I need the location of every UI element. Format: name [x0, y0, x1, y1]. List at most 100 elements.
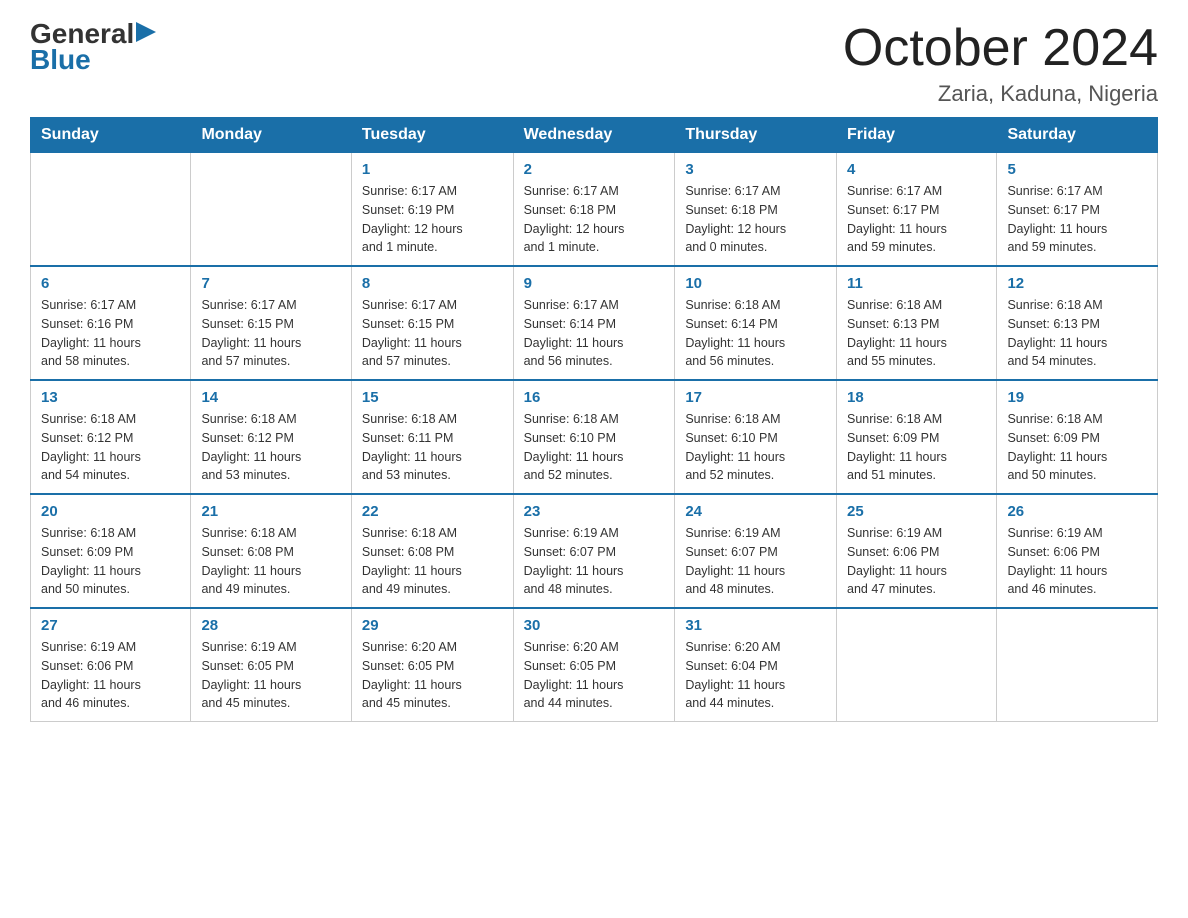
calendar-cell: 15 Sunrise: 6:18 AM Sunset: 6:11 PM Dayli… — [351, 380, 513, 494]
header-row: Sunday Monday Tuesday Wednesday Thursday… — [31, 118, 1158, 153]
day-info: Sunrise: 6:20 AM Sunset: 6:05 PM Dayligh… — [524, 640, 624, 710]
day-info: Sunrise: 6:18 AM Sunset: 6:14 PM Dayligh… — [685, 298, 785, 368]
day-number: 7 — [201, 275, 340, 292]
calendar-cell: 16 Sunrise: 6:18 AM Sunset: 6:10 PM Dayli… — [513, 380, 675, 494]
calendar-cell: 27Sunrise: 6:19 AM Sunset: 6:06 PM Dayli… — [31, 608, 191, 722]
calendar-cell: 20 Sunrise: 6:18 AM Sunset: 6:09 PM Dayli… — [31, 494, 191, 608]
calendar-cell: 28 Sunrise: 6:19 AM Sunset: 6:05 PM Dayli… — [191, 608, 351, 722]
col-saturday: Saturday — [997, 118, 1158, 153]
day-info: Sunrise: 6:18 AM Sunset: 6:10 PM Dayligh… — [524, 412, 624, 482]
day-number: 22 — [362, 503, 503, 520]
calendar-cell: 5 Sunrise: 6:17 AM Sunset: 6:17 PM Daylig… — [997, 153, 1158, 267]
day-info: Sunrise: 6:18 AM Sunset: 6:10 PM Dayligh… — [685, 412, 785, 482]
day-number: 2 — [524, 161, 665, 178]
day-info: Sunrise: 6:18 AM Sunset: 6:13 PM Dayligh… — [1007, 298, 1107, 368]
calendar-cell: 24Sunrise: 6:19 AM Sunset: 6:07 PM Dayli… — [675, 494, 837, 608]
day-info: Sunrise: 6:19 AM Sunset: 6:06 PM Dayligh… — [1007, 526, 1107, 596]
day-info: Sunrise: 6:17 AM Sunset: 6:16 PM Dayligh… — [41, 298, 141, 368]
day-info: Sunrise: 6:18 AM Sunset: 6:09 PM Dayligh… — [1007, 412, 1107, 482]
day-number: 5 — [1007, 161, 1147, 178]
calendar-cell: 12Sunrise: 6:18 AM Sunset: 6:13 PM Dayli… — [997, 266, 1158, 380]
calendar-cell: 2 Sunrise: 6:17 AM Sunset: 6:18 PM Daylig… — [513, 153, 675, 267]
day-number: 14 — [201, 389, 340, 406]
day-info: Sunrise: 6:17 AM Sunset: 6:19 PM Dayligh… — [362, 184, 463, 254]
day-number: 18 — [847, 389, 986, 406]
calendar-cell — [191, 153, 351, 267]
calendar-cell — [31, 153, 191, 267]
calendar-cell — [997, 608, 1158, 722]
day-number: 26 — [1007, 503, 1147, 520]
calendar-cell: 11 Sunrise: 6:18 AM Sunset: 6:13 PM Dayli… — [837, 266, 997, 380]
day-number: 9 — [524, 275, 665, 292]
day-number: 23 — [524, 503, 665, 520]
calendar-cell: 31Sunrise: 6:20 AM Sunset: 6:04 PM Dayli… — [675, 608, 837, 722]
page-header: General Blue October 2024 Zaria, Kaduna,… — [30, 20, 1158, 107]
day-info: Sunrise: 6:17 AM Sunset: 6:17 PM Dayligh… — [1007, 184, 1107, 254]
calendar-cell: 21 Sunrise: 6:18 AM Sunset: 6:08 PM Dayli… — [191, 494, 351, 608]
logo-triangle-icon — [136, 22, 156, 42]
col-friday: Friday — [837, 118, 997, 153]
day-info: Sunrise: 6:18 AM Sunset: 6:12 PM Dayligh… — [201, 412, 301, 482]
day-info: Sunrise: 6:19 AM Sunset: 6:05 PM Dayligh… — [201, 640, 301, 710]
day-number: 30 — [524, 617, 665, 634]
calendar-cell: 4Sunrise: 6:17 AM Sunset: 6:17 PM Daylig… — [837, 153, 997, 267]
day-info: Sunrise: 6:20 AM Sunset: 6:05 PM Dayligh… — [362, 640, 462, 710]
day-info: Sunrise: 6:18 AM Sunset: 6:13 PM Dayligh… — [847, 298, 947, 368]
calendar-cell: 25Sunrise: 6:19 AM Sunset: 6:06 PM Dayli… — [837, 494, 997, 608]
calendar-cell: 8Sunrise: 6:17 AM Sunset: 6:15 PM Daylig… — [351, 266, 513, 380]
day-info: Sunrise: 6:19 AM Sunset: 6:06 PM Dayligh… — [847, 526, 947, 596]
day-number: 24 — [685, 503, 826, 520]
month-title: October 2024 — [843, 20, 1158, 77]
col-sunday: Sunday — [31, 118, 191, 153]
day-info: Sunrise: 6:19 AM Sunset: 6:06 PM Dayligh… — [41, 640, 141, 710]
calendar-cell: 26 Sunrise: 6:19 AM Sunset: 6:06 PM Dayli… — [997, 494, 1158, 608]
logo-blue-text: Blue — [30, 44, 91, 76]
calendar-cell: 19Sunrise: 6:18 AM Sunset: 6:09 PM Dayli… — [997, 380, 1158, 494]
day-number: 20 — [41, 503, 180, 520]
logo: General Blue — [30, 20, 156, 76]
day-number: 13 — [41, 389, 180, 406]
calendar-cell: 9 Sunrise: 6:17 AM Sunset: 6:14 PM Daylig… — [513, 266, 675, 380]
calendar-cell: 17 Sunrise: 6:18 AM Sunset: 6:10 PM Dayli… — [675, 380, 837, 494]
day-number: 21 — [201, 503, 340, 520]
day-number: 3 — [685, 161, 826, 178]
calendar-table: Sunday Monday Tuesday Wednesday Thursday… — [30, 117, 1158, 722]
day-info: Sunrise: 6:17 AM Sunset: 6:15 PM Dayligh… — [201, 298, 301, 368]
day-info: Sunrise: 6:17 AM Sunset: 6:17 PM Dayligh… — [847, 184, 947, 254]
day-number: 8 — [362, 275, 503, 292]
day-number: 11 — [847, 275, 986, 292]
calendar-cell: 3 Sunrise: 6:17 AM Sunset: 6:18 PM Daylig… — [675, 153, 837, 267]
calendar-cell: 22 Sunrise: 6:18 AM Sunset: 6:08 PM Dayli… — [351, 494, 513, 608]
day-info: Sunrise: 6:18 AM Sunset: 6:08 PM Dayligh… — [362, 526, 462, 596]
day-info: Sunrise: 6:20 AM Sunset: 6:04 PM Dayligh… — [685, 640, 785, 710]
calendar-cell: 10 Sunrise: 6:18 AM Sunset: 6:14 PM Dayli… — [675, 266, 837, 380]
calendar-week-row: 27Sunrise: 6:19 AM Sunset: 6:06 PM Dayli… — [31, 608, 1158, 722]
day-info: Sunrise: 6:17 AM Sunset: 6:18 PM Dayligh… — [685, 184, 786, 254]
calendar-cell: 6 Sunrise: 6:17 AM Sunset: 6:16 PM Daylig… — [31, 266, 191, 380]
day-info: Sunrise: 6:17 AM Sunset: 6:18 PM Dayligh… — [524, 184, 625, 254]
calendar-cell: 14 Sunrise: 6:18 AM Sunset: 6:12 PM Dayli… — [191, 380, 351, 494]
calendar-cell: 18Sunrise: 6:18 AM Sunset: 6:09 PM Dayli… — [837, 380, 997, 494]
day-info: Sunrise: 6:18 AM Sunset: 6:09 PM Dayligh… — [41, 526, 141, 596]
day-number: 29 — [362, 617, 503, 634]
day-number: 16 — [524, 389, 665, 406]
day-number: 15 — [362, 389, 503, 406]
calendar-cell: 29 Sunrise: 6:20 AM Sunset: 6:05 PM Dayli… — [351, 608, 513, 722]
col-tuesday: Tuesday — [351, 118, 513, 153]
day-number: 28 — [201, 617, 340, 634]
day-info: Sunrise: 6:18 AM Sunset: 6:11 PM Dayligh… — [362, 412, 462, 482]
day-number: 17 — [685, 389, 826, 406]
day-info: Sunrise: 6:19 AM Sunset: 6:07 PM Dayligh… — [524, 526, 624, 596]
calendar-week-row: 20 Sunrise: 6:18 AM Sunset: 6:09 PM Dayli… — [31, 494, 1158, 608]
day-info: Sunrise: 6:18 AM Sunset: 6:08 PM Dayligh… — [201, 526, 301, 596]
calendar-cell: 30 Sunrise: 6:20 AM Sunset: 6:05 PM Dayli… — [513, 608, 675, 722]
col-wednesday: Wednesday — [513, 118, 675, 153]
day-number: 6 — [41, 275, 180, 292]
calendar-cell: 1Sunrise: 6:17 AM Sunset: 6:19 PM Daylig… — [351, 153, 513, 267]
day-info: Sunrise: 6:18 AM Sunset: 6:12 PM Dayligh… — [41, 412, 141, 482]
calendar-body: 1Sunrise: 6:17 AM Sunset: 6:19 PM Daylig… — [31, 153, 1158, 722]
calendar-cell: 7 Sunrise: 6:17 AM Sunset: 6:15 PM Daylig… — [191, 266, 351, 380]
day-info: Sunrise: 6:17 AM Sunset: 6:14 PM Dayligh… — [524, 298, 624, 368]
calendar-header: Sunday Monday Tuesday Wednesday Thursday… — [31, 118, 1158, 153]
day-number: 10 — [685, 275, 826, 292]
